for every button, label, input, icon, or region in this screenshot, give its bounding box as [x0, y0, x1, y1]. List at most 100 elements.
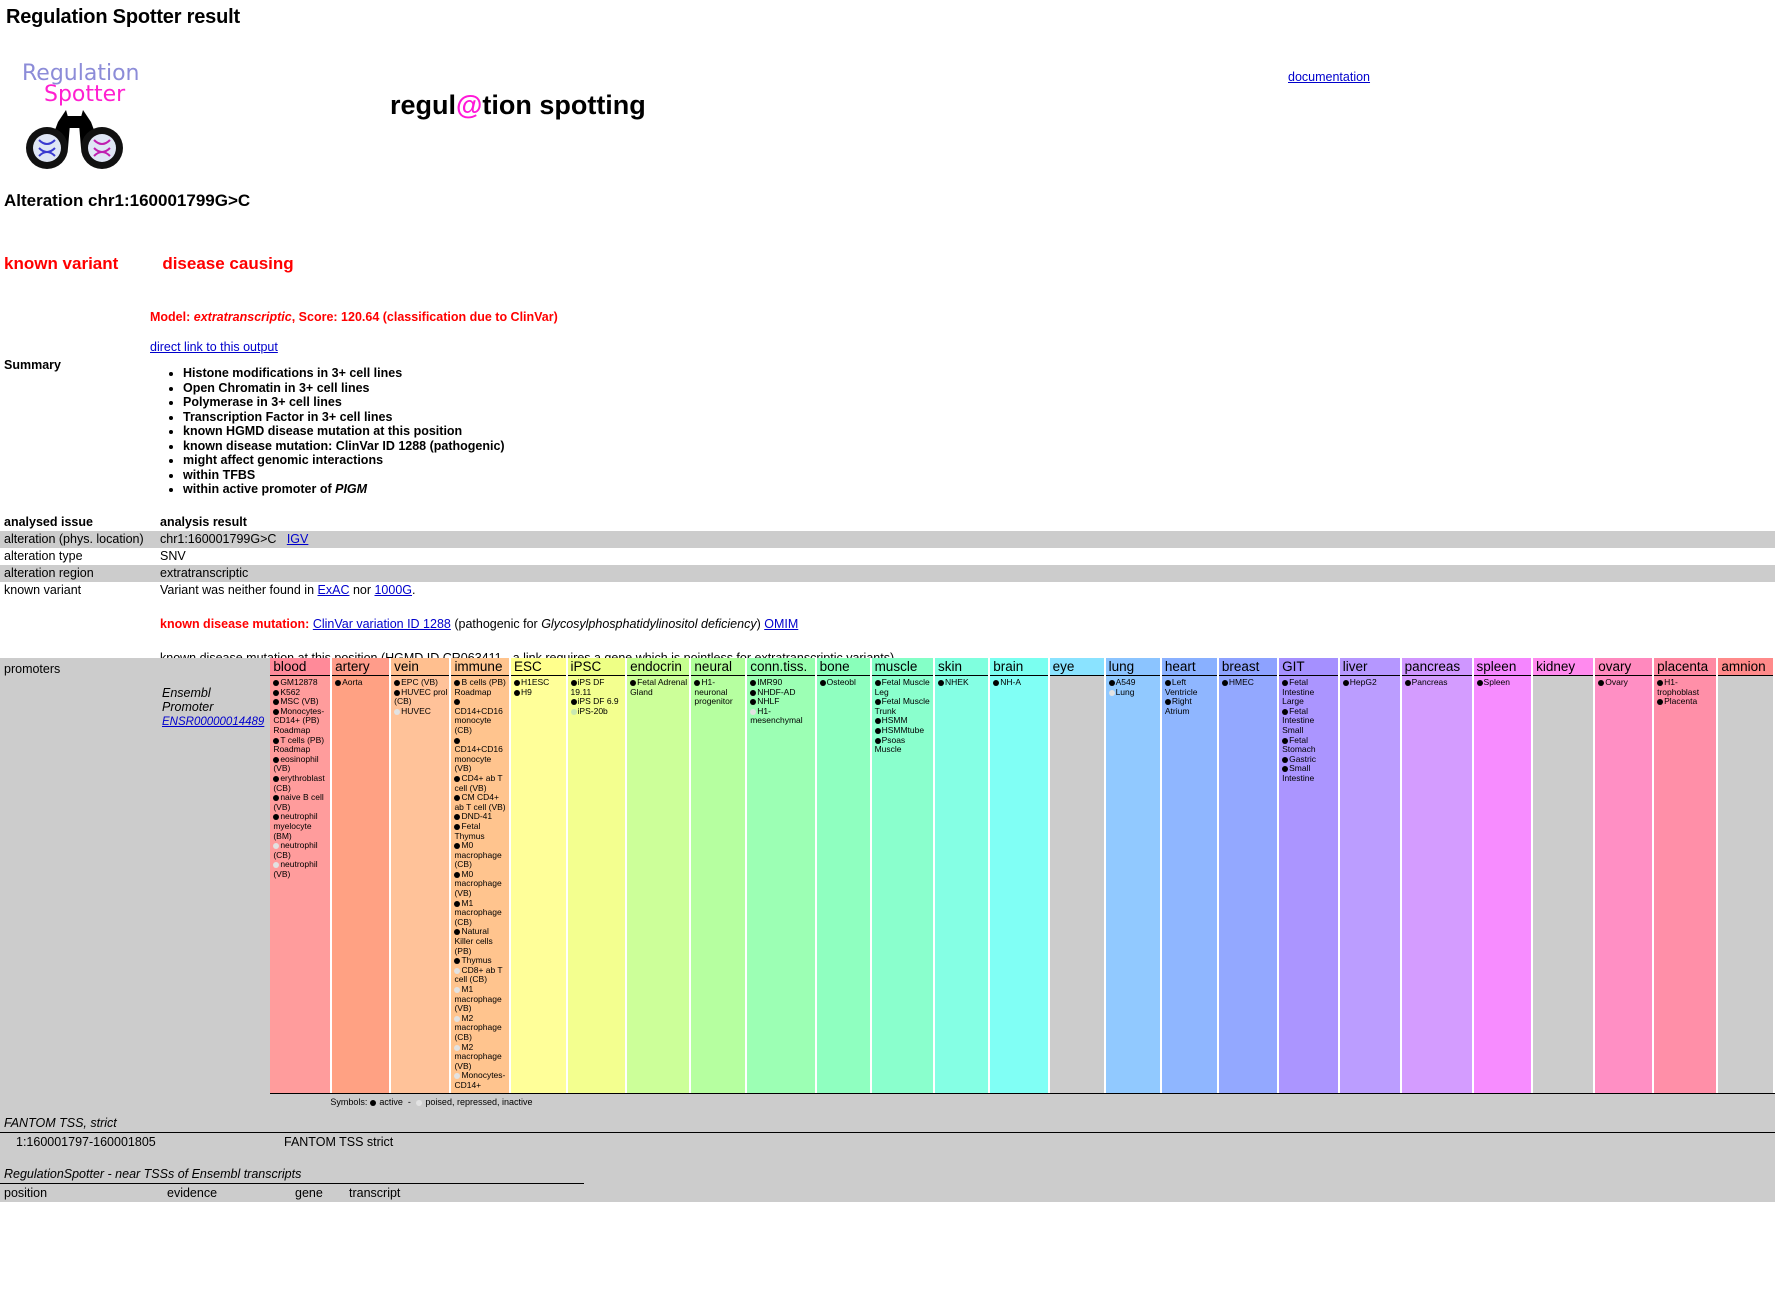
exac-link[interactable]: ExAC — [318, 583, 350, 597]
active-dot-icon — [273, 689, 280, 696]
cell-line-entry: HepG2 — [1342, 677, 1398, 688]
cell-line-entry: iPS-20b — [570, 706, 624, 717]
ensembl-line1: Ensembl — [162, 686, 211, 700]
cell-line-label: HepG2 — [1349, 677, 1377, 687]
cell-type-column-endocrin: Fetal Adrenal Gland — [626, 675, 692, 1093]
inactive-dot-icon — [273, 843, 280, 850]
active-dot-icon — [454, 900, 461, 907]
active-dot-icon — [454, 795, 461, 802]
igv-link[interactable]: IGV — [287, 532, 309, 546]
cell-line-label: Fetal Stomach — [1282, 734, 1316, 755]
cell-line-label: M0 macrophage (VB) — [454, 868, 502, 899]
omim-link[interactable]: OMIM — [764, 617, 798, 631]
direct-link-to-output[interactable]: direct link to this output — [150, 340, 278, 354]
documentation-link[interactable]: documentation — [1288, 70, 1370, 84]
active-dot-icon — [1164, 699, 1171, 706]
cell-type-column-liver: HepG2 — [1338, 675, 1402, 1093]
cell-line-label: H9 — [520, 686, 532, 697]
fantom-title: FANTOM TSS, strict — [0, 1109, 1775, 1132]
cell-line-entry: CD14+CD16 monocyte (CB) — [454, 697, 507, 735]
active-dot-icon — [1657, 680, 1664, 686]
cell-line-label: Fetal Muscle Leg — [874, 677, 930, 697]
row-label-alteration-type: alteration type — [4, 549, 83, 563]
cell-type-column-placenta: H1-trophoblast Placenta — [1653, 675, 1719, 1093]
brand-pre: regul — [390, 90, 457, 120]
active-dot-icon — [1164, 680, 1171, 686]
cell-line-entry: Left Ventricle — [1164, 677, 1215, 697]
cell-line-label: NH-A — [1000, 677, 1022, 687]
row-value-alteration-region: extratranscriptic — [156, 565, 1775, 582]
cell-type-column-header-blood: blood — [270, 658, 333, 676]
row-label-known-variant: known variant — [4, 583, 82, 597]
active-dot-icon — [570, 680, 577, 686]
cell-line-entry: neutrophil (VB) — [273, 860, 328, 879]
active-dot-icon — [750, 699, 757, 706]
cell-line-entry: Monocytes-CD14+ (PB) Roadmap — [273, 706, 328, 736]
table-row: alteration (phys. location) chr1:1600017… — [0, 531, 1775, 548]
disease-mutation-label: known disease mutation: — [160, 617, 310, 631]
active-dot-icon — [874, 737, 881, 744]
active-dot-icon — [513, 689, 520, 696]
disease-mutation-text: (pathogenic for — [450, 617, 542, 631]
cell-type-column-header-lung: lung — [1104, 658, 1162, 676]
cell-type-column-eye — [1048, 675, 1106, 1093]
cell-line-entry: B cells (PB) Roadmap — [454, 677, 507, 697]
cell-line-entry: Psoas Muscle — [874, 735, 931, 755]
active-dot-icon — [1282, 680, 1289, 686]
cell-type-column-breast: HMEC — [1217, 675, 1280, 1093]
rs-header-transcript: transcript — [349, 1185, 401, 1200]
active-dot-icon — [1598, 680, 1605, 686]
clinvar-link[interactable]: ClinVar variation ID 1288 — [313, 617, 451, 631]
cell-type-column-muscle: Fetal Muscle Leg Fetal Muscle Trunk HSMM HS… — [870, 675, 936, 1093]
cell-line-entry: Osteobl — [819, 677, 868, 688]
cell-line-label: H1ESC — [520, 677, 550, 687]
cell-line-label: Pancreas — [1411, 677, 1448, 687]
ensembl-promoter-id-link[interactable]: ENSR00000014489 — [162, 716, 264, 728]
cell-line-entry: T cells (PB) Roadmap — [273, 735, 328, 755]
cell-line-entry: iPS DF 19.11 — [570, 677, 624, 697]
brand-at-symbol: @ — [456, 90, 483, 120]
cell-line-label: M0 macrophage (CB) — [454, 840, 502, 870]
cell-line-entry: Fetal Intestine Small — [1282, 706, 1336, 736]
active-dot-icon — [273, 756, 280, 763]
cell-line-entry: neutrophil (CB) — [273, 840, 328, 860]
cell-line-label: NHDF-AD — [757, 686, 796, 697]
summary-item: Histone modifications in 3+ cell lines — [183, 366, 505, 381]
verdict-severity: disease causing — [162, 254, 294, 273]
active-dot-icon — [630, 680, 637, 686]
brand-post: tion spotting — [482, 90, 646, 120]
row-label-alteration-region: alteration region — [0, 565, 156, 582]
cell-line-entry: H9 — [513, 686, 564, 698]
inactive-dot-icon — [415, 1099, 422, 1106]
rs-header-gene: gene — [295, 1185, 323, 1200]
active-dot-icon — [273, 680, 280, 686]
table-header-row: analysed issue analysis result — [0, 514, 1775, 531]
cell-type-column-spleen: Spleen — [1472, 675, 1534, 1093]
cell-line-label: B cells (PB) Roadmap — [454, 677, 506, 697]
active-dot-icon — [1657, 699, 1664, 706]
app-logo: Regulation Spotter — [22, 63, 222, 173]
active-dot-icon — [1282, 708, 1289, 715]
cell-line-label: Gastric — [1289, 753, 1317, 764]
active-dot-icon — [750, 680, 757, 686]
model-name: extratranscriptic — [193, 310, 292, 324]
cell-type-matrix: blood artery vein immune ESC iPSC endocrin neur… — [270, 658, 1775, 1093]
thousand-genomes-link[interactable]: 1000G — [374, 583, 412, 597]
cell-line-entry: M1 macrophage (VB) — [454, 984, 507, 1014]
regulationspotter-header-row: position evidence gene transcript — [0, 1184, 1775, 1202]
inactive-dot-icon — [454, 1073, 461, 1080]
cell-line-label: NHEK — [945, 677, 969, 687]
cell-line-entry: Lung — [1108, 687, 1158, 698]
cell-type-column-bone: Osteobl — [815, 675, 872, 1093]
table-row-spacer — [0, 599, 1775, 616]
regulationspotter-table: position evidence gene transcript — [0, 1183, 1775, 1202]
cell-line-label: Fetal Muscle Trunk — [874, 696, 930, 716]
cell-line-entry: Fetal Muscle Trunk — [874, 696, 931, 716]
table-row-spacer — [0, 633, 1775, 650]
cell-type-column-blood: GM12878 K562 MSC (VB) Monocytes-CD14+ (PB) … — [270, 675, 333, 1093]
inactive-dot-icon — [750, 708, 757, 715]
known-variant-post: . — [412, 583, 416, 597]
cell-type-column-kidney — [1532, 675, 1596, 1093]
cell-line-label: neutrophil (VB) — [273, 859, 318, 879]
fantom-position: 1:160001797-160001805 — [0, 1131, 280, 1151]
